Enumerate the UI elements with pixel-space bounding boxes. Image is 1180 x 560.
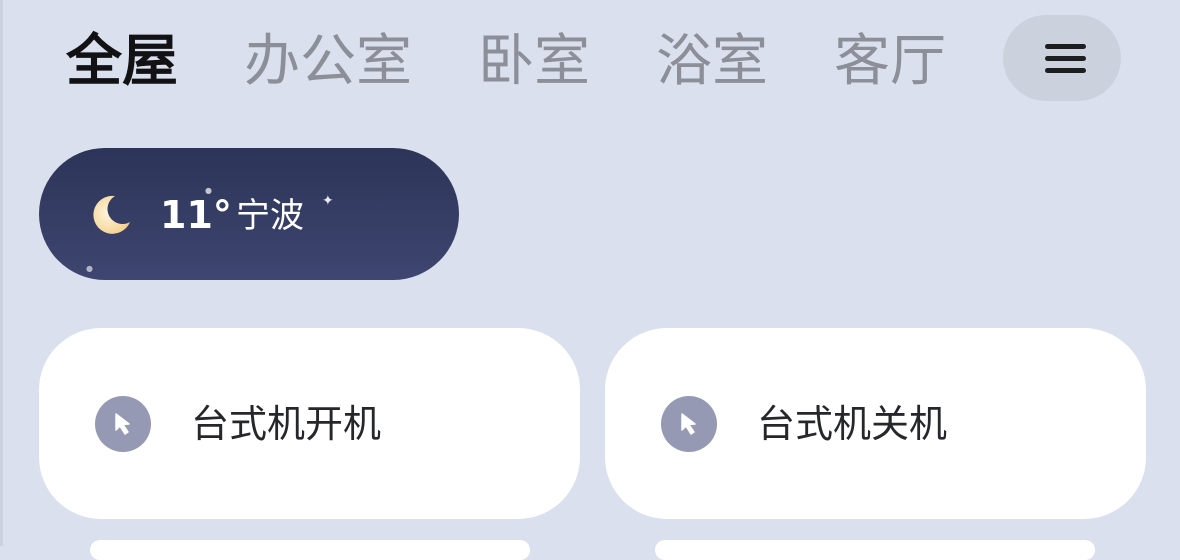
weather-temperature: 11° (160, 193, 232, 237)
scene-card-desktop-off[interactable]: 台式机关机 (605, 328, 1146, 519)
room-tab-bar: 全屋 办公室 卧室 浴室 客厅 (0, 0, 1180, 120)
scene-label: 台式机关机 (757, 402, 948, 446)
scene-card-peek (655, 540, 1095, 560)
sparkle-icon: ● (205, 186, 212, 195)
tab-bathroom[interactable]: 浴室 (656, 22, 768, 102)
scene-label: 台式机开机 (191, 402, 382, 446)
tab-whole-house[interactable]: 全屋 (66, 22, 178, 102)
room-tabs: 全屋 办公室 卧室 浴室 客厅 (66, 22, 1026, 102)
scene-card-desktop-on[interactable]: 台式机开机 (39, 328, 580, 519)
scene-card-peek (90, 540, 530, 560)
tab-office[interactable]: 办公室 (244, 22, 412, 102)
sparkle-icon: ● (86, 264, 93, 273)
moon-icon (88, 192, 134, 238)
tab-bedroom[interactable]: 卧室 (478, 22, 590, 102)
cursor-arrow-icon (661, 396, 717, 452)
room-menu-button[interactable] (1003, 15, 1121, 101)
cursor-arrow-icon (95, 396, 151, 452)
sparkle-icon: ✦ (322, 193, 334, 209)
tab-living-room[interactable]: 客厅 (834, 22, 946, 102)
weather-city: 宁波 (236, 196, 304, 236)
